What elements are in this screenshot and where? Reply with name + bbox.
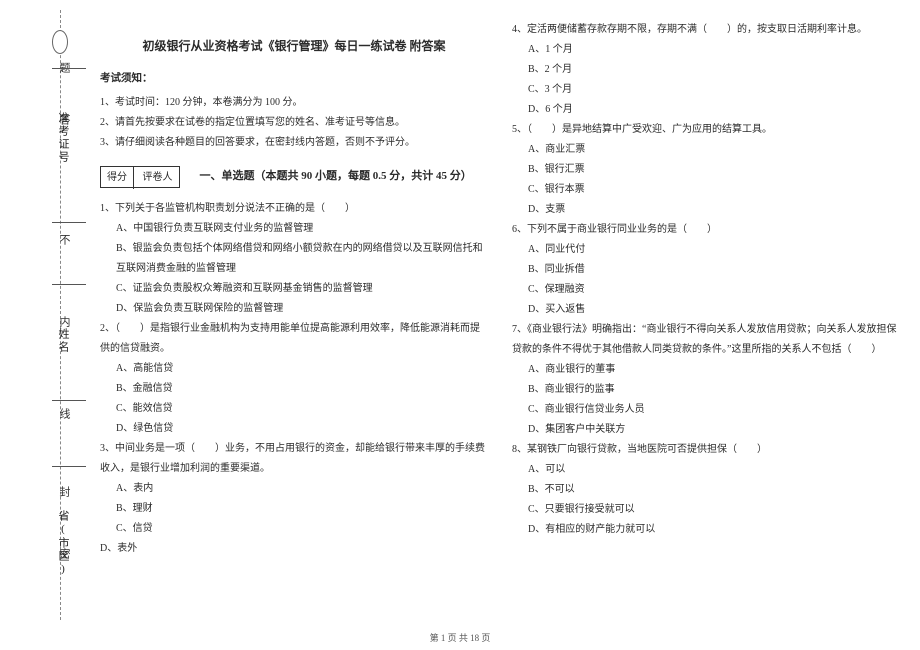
- option: C、只要银行接受就可以: [512, 500, 900, 520]
- question-stem: 2、（ ）是指银行业金融机构为支持用能单位提高能源利用效率，降低能源消耗而提供的…: [100, 319, 488, 359]
- option: B、理财: [100, 499, 488, 519]
- option: C、信贷: [100, 519, 488, 539]
- instruction-line: 3、请仔细阅读各种题目的回答要求，在密封线内答题，否则不予评分。: [100, 133, 488, 153]
- field-underline: [52, 68, 86, 69]
- option: B、银行汇票: [512, 160, 900, 180]
- option: D、绿色信贷: [100, 419, 488, 439]
- option: B、不可以: [512, 480, 900, 500]
- option: A、商业银行的董事: [512, 360, 900, 380]
- question-stem: 5、（ ）是异地结算中广受欢迎、广为应用的结算工具。: [512, 120, 900, 140]
- option: B、同业拆借: [512, 260, 900, 280]
- score-row: 得分 评卷人 一、单选题（本题共 90 小题，每题 0.5 分，共计 45 分）: [100, 161, 488, 193]
- field-underline: [52, 466, 86, 467]
- question-stem: 4、定活两便储蓄存款存期不限，存期不满（ ）的，按支取日活期利率计息。: [512, 20, 900, 40]
- content-columns: 初级银行从业资格考试《银行管理》每日一练试卷 附答案 考试须知： 1、考试时间：…: [100, 20, 900, 610]
- option: D、支票: [512, 200, 900, 220]
- question-stem: 7、《商业银行法》明确指出：“商业银行不得向关系人发放信用贷款；向关系人发放担保…: [512, 320, 900, 360]
- option: B、金融信贷: [100, 379, 488, 399]
- option: A、1 个月: [512, 40, 900, 60]
- field-name: 姓名: [55, 328, 71, 354]
- doc-title: 初级银行从业资格考试《银行管理》每日一练试卷 附答案: [100, 34, 488, 58]
- option: A、同业代付: [512, 240, 900, 260]
- option: A、表内: [100, 479, 488, 499]
- exam-page: 密 封 线 内 不 答 题 省(市区) 姓名 准考证号 初级银行从业资格考试《银…: [0, 0, 920, 650]
- option: B、商业银行的监事: [512, 380, 900, 400]
- question-stem: 6、下列不属于商业银行同业业务的是（ ）: [512, 220, 900, 240]
- option: C、3 个月: [512, 80, 900, 100]
- column-left: 初级银行从业资格考试《银行管理》每日一练试卷 附答案 考试须知： 1、考试时间：…: [100, 20, 488, 610]
- field-underline: [52, 222, 86, 223]
- option: D、表外: [100, 539, 488, 559]
- option: D、6 个月: [512, 100, 900, 120]
- option: D、有相应的财产能力就可以: [512, 520, 900, 540]
- option: D、买入返售: [512, 300, 900, 320]
- option: B、2 个月: [512, 60, 900, 80]
- option: A、商业汇票: [512, 140, 900, 160]
- option: A、可以: [512, 460, 900, 480]
- option: A、高能信贷: [100, 359, 488, 379]
- score-label: 得分: [101, 167, 134, 189]
- option: A、中国银行负责互联网支付业务的监督管理: [100, 219, 488, 239]
- field-ticket: 准考证号: [55, 112, 71, 164]
- question-stem: 8、某钢铁厂向银行贷款，当地医院可否提供担保（ ）: [512, 440, 900, 460]
- field-underline: [52, 400, 86, 401]
- option: C、证监会负责股权众筹融资和互联网基金销售的监督管理: [100, 279, 488, 299]
- field-underline: [52, 284, 86, 285]
- question-stem: 1、下列关于各监管机构职责划分说法不正确的是（ ）: [100, 199, 488, 219]
- option: C、保理融资: [512, 280, 900, 300]
- option: C、商业银行信贷业务人员: [512, 400, 900, 420]
- instruction-line: 2、请首先按要求在试卷的指定位置填写您的姓名、准考证号等信息。: [100, 113, 488, 133]
- instructions-heading: 考试须知：: [100, 68, 488, 89]
- score-box: 得分 评卷人: [100, 166, 180, 188]
- option: D、集团客户中关联方: [512, 420, 900, 440]
- page-footer: 第 1 页 共 18 页: [0, 631, 920, 644]
- grader-label: 评卷人: [137, 167, 179, 189]
- instruction-line: 1、考试时间：120 分钟，本卷满分为 100 分。: [100, 93, 488, 113]
- option: C、能效信贷: [100, 399, 488, 419]
- question-stem: 3、中间业务是一项（ ）业务，不用占用银行的资金，却能给银行带来丰厚的手续费收入…: [100, 439, 488, 479]
- section-heading: 一、单选题（本题共 90 小题，每题 0.5 分，共计 45 分）: [200, 165, 489, 187]
- column-right: 4、定活两便储蓄存款存期不限，存期不满（ ）的，按支取日活期利率计息。 A、1 …: [512, 20, 900, 610]
- option: D、保监会负责互联网保险的监督管理: [100, 299, 488, 319]
- option: B、银监会负责包括个体网络借贷和网络小额贷款在内的网络借贷以及互联网信托和互联网…: [100, 239, 488, 279]
- field-province: 省(市区): [55, 510, 71, 577]
- option: C、银行本票: [512, 180, 900, 200]
- candidate-fields: 省(市区) 姓名 准考证号: [55, 40, 90, 600]
